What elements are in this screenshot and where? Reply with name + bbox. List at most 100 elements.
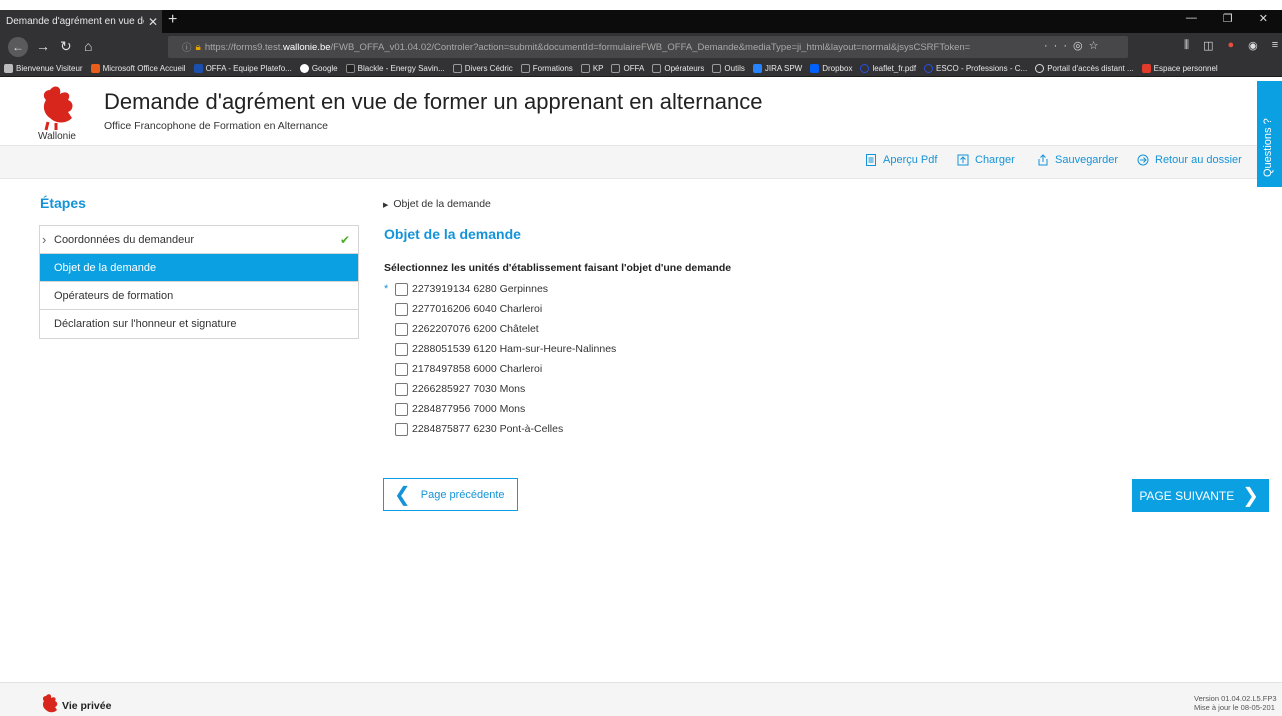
bookmark-item[interactable]: ESCO - Professions - C... — [924, 64, 1027, 73]
account-icon[interactable]: ◉ — [1248, 39, 1258, 52]
step-label: Opérateurs de formation — [54, 289, 174, 302]
close-window-icon[interactable]: ✕ — [1259, 12, 1268, 25]
address-bar[interactable]: ⓘ 🔒︎ https://forms9.test. wallonie.be/FWB… — [168, 36, 1128, 58]
forward-arrow-icon[interactable]: → — [36, 37, 50, 55]
establishment-option[interactable]: 2284877956 7000 Mons — [384, 399, 616, 419]
browser-tools: ⫼ ◫ ● ◉ ≡ — [1184, 39, 1278, 52]
establishment-option[interactable]: 2277016206 6040 Charleroi — [384, 299, 616, 319]
checkbox[interactable] — [395, 342, 408, 356]
bookmark-folder[interactable]: Opérateurs — [652, 64, 704, 73]
bookmark-folder[interactable]: Divers Cédric — [452, 64, 513, 73]
extension-icon[interactable]: ● — [1227, 39, 1234, 52]
bookmark-item[interactable]: OFFA - Equipe Platefo... — [193, 64, 292, 73]
breadcrumb: ▶ Objet de la demande — [383, 198, 491, 210]
dropbox-icon — [810, 64, 820, 73]
option-label: 2266285927 7030 Mons — [412, 383, 526, 395]
establishment-option[interactable]: 2262207076 6200 Châtelet — [384, 319, 616, 339]
establishment-option[interactable]: 2284875877 6230 Pont-à-Celles — [384, 419, 616, 439]
caret-right-icon: ▶ — [383, 202, 389, 209]
option-label: 2284877956 7000 Mons — [412, 403, 526, 415]
share-icon — [1038, 154, 1048, 166]
bookmark-star-icon[interactable]: ☆ — [1089, 40, 1105, 52]
library-icon[interactable]: ⫼ — [1184, 39, 1189, 52]
option-label: 2178497858 6000 Charleroi — [412, 363, 543, 375]
questions-tab-label: Questions ? — [1262, 118, 1274, 177]
checkbox[interactable] — [395, 282, 408, 296]
url-host: wallonie.be — [282, 41, 331, 53]
questions-tab[interactable]: Questions ? — [1257, 81, 1282, 187]
browser-tab[interactable]: Demande d'agrément en vue de fo ✕ — [0, 10, 162, 33]
bookmark-item[interactable]: leaflet_fr.pdf — [860, 64, 916, 73]
folder-icon — [520, 64, 530, 73]
restore-icon[interactable]: ❐ — [1223, 12, 1233, 25]
site-info-icon[interactable]: ⓘ — [182, 40, 192, 54]
load-link[interactable]: Charger — [957, 154, 1015, 166]
new-tab-button[interactable]: + — [168, 12, 177, 28]
exit-arrow-icon — [1137, 154, 1149, 166]
step-label: Déclaration sur l'honneur et signature — [54, 318, 237, 330]
back-arrow-icon[interactable]: ← — [8, 37, 28, 57]
save-label: Sauvegarder — [1055, 154, 1118, 166]
bookmark-favicon — [4, 64, 13, 73]
menu-icon[interactable]: ≡ — [1272, 39, 1278, 52]
step-item-declaration[interactable]: Déclaration sur l'honneur et signature — [40, 310, 358, 338]
pdf-preview-link[interactable]: Aperçu Pdf — [865, 154, 937, 166]
establishment-checkbox-list: * 2273919134 6280 Gerpinnes 2277016206 6… — [384, 279, 616, 439]
bookmark-item[interactable]: Blackle - Energy Savin... — [345, 64, 445, 73]
checkbox[interactable] — [395, 422, 408, 436]
window-controls: — ❐ ✕ — [1186, 12, 1282, 25]
privacy-link[interactable]: Vie privée — [62, 700, 111, 712]
bookmark-item[interactable]: Microsoft Office Accueil — [90, 64, 186, 73]
back-to-file-link[interactable]: Retour au dossier — [1137, 154, 1242, 166]
bookmark-item[interactable]: Dropbox — [810, 64, 852, 73]
wallonie-rooster-logo — [42, 694, 58, 713]
breadcrumb-label: Objet de la demande — [393, 198, 491, 210]
establishment-option[interactable]: 2178497858 6000 Charleroi — [384, 359, 616, 379]
next-page-button[interactable]: PAGE SUIVANTE ❯ — [1132, 479, 1269, 512]
bookmark-folder[interactable]: OFFA — [611, 64, 644, 73]
checkbox[interactable] — [395, 402, 408, 416]
bookmark-folder[interactable]: Formations — [520, 64, 573, 73]
reload-icon[interactable]: ↻ — [60, 37, 72, 55]
question-label: Sélectionnez les unités d'établissement … — [384, 262, 732, 274]
save-link[interactable]: Sauvegarder — [1037, 154, 1118, 166]
folder-icon — [652, 64, 662, 73]
bookmark-folder[interactable]: Outils — [712, 64, 745, 73]
step-label: Objet de la demande — [54, 261, 157, 274]
chevron-right-icon: ❯ — [1242, 484, 1259, 507]
checkbox[interactable] — [395, 322, 408, 336]
sidebar-icon[interactable]: ◫ — [1203, 39, 1213, 52]
bookmark-item[interactable]: Espace personnel — [1141, 64, 1218, 73]
checkbox[interactable] — [395, 382, 408, 396]
load-label: Charger — [975, 154, 1015, 166]
home-icon[interactable]: ⌂ — [84, 37, 92, 55]
establishment-option[interactable]: 2288051539 6120 Ham-sur-Heure-Nalinnes — [384, 339, 616, 359]
lock-icon[interactable]: 🔒︎ — [196, 42, 201, 53]
version-line: Version 01.04.02.L5.FP3 — [1194, 694, 1277, 703]
step-item-applicant[interactable]: › Coordonnées du demandeur ✔ — [40, 226, 358, 254]
checkbox[interactable] — [395, 302, 408, 316]
pocket-icon[interactable]: ◎ — [1073, 40, 1089, 52]
step-item-operators[interactable]: Opérateurs de formation — [40, 282, 358, 310]
folder-icon — [712, 64, 722, 73]
bookmark-item[interactable]: Portail d'accès distant ... — [1035, 64, 1134, 73]
step-item-request-object[interactable]: Objet de la demande — [40, 254, 358, 282]
url-path: /FWB_OFFA_v01.04.02/Controler?action=sub… — [330, 41, 971, 53]
document-icon — [866, 154, 876, 166]
bookmark-item[interactable]: Bienvenue Visiteur — [4, 64, 83, 73]
google-icon — [299, 64, 309, 73]
wallonie-icon — [1141, 64, 1151, 73]
establishment-option[interactable]: 2266285927 7030 Mons — [384, 379, 616, 399]
bookmark-folder[interactable]: KP — [580, 64, 603, 73]
bookmark-item[interactable]: JIRA SPW — [752, 64, 802, 73]
checkbox[interactable] — [395, 362, 408, 376]
previous-page-button[interactable]: ❮ Page précédente — [383, 478, 518, 511]
minimize-icon[interactable]: — — [1186, 12, 1197, 25]
tab-close-icon[interactable]: ✕ — [148, 15, 158, 29]
establishment-option[interactable]: * 2273919134 6280 Gerpinnes — [384, 279, 616, 299]
more-actions-icon[interactable]: ··· — [1044, 40, 1073, 52]
bookmark-item[interactable]: Google — [299, 64, 338, 73]
page-subtitle: Office Francophone de Formation en Alter… — [104, 120, 328, 132]
page-title: Demande d'agrément en vue de former un a… — [104, 89, 763, 114]
next-page-label: PAGE SUIVANTE — [1139, 488, 1235, 503]
